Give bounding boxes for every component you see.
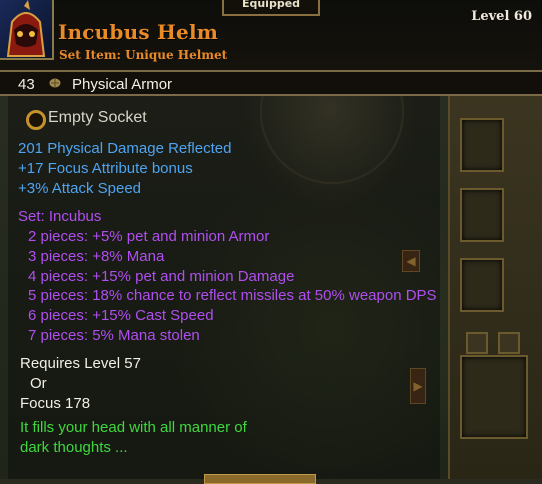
socket-icon[interactable] (26, 110, 46, 130)
set-bonus: 2 pieces: +5% pet and minion Armor (28, 228, 270, 245)
set-bonus: 3 pieces: +8% Mana (28, 248, 165, 265)
set-bonus: 6 pieces: +15% Cast Speed (28, 307, 214, 324)
helm-icon (0, 0, 54, 60)
equipped-tab: Equipped (222, 0, 320, 16)
stat-line: +17 Focus Attribute bonus (18, 160, 193, 177)
armor-icon (49, 78, 61, 88)
armor-row: 43 Physical Armor (0, 72, 542, 96)
equipment-slot-weapon[interactable] (460, 355, 528, 439)
set-bonus: 7 pieces: 5% Mana stolen (28, 327, 200, 344)
set-title: Set: Incubus (18, 208, 102, 225)
stat-line: +3% Attack Speed (18, 180, 142, 197)
equipment-slot-boots[interactable] (460, 258, 504, 312)
flavor-text: dark thoughts ... (20, 439, 128, 456)
equipment-slot-legs[interactable] (460, 188, 504, 242)
requirement-focus: Focus 178 (20, 395, 91, 412)
requirement-or: Or (30, 375, 47, 392)
requirement-level: Requires Level 57 (20, 355, 141, 372)
item-type: Set Item: Unique Helmet (59, 48, 228, 62)
set-bonus: 4 pieces: +15% pet and minion Damage (28, 268, 295, 285)
armor-value: 43 (18, 76, 35, 93)
item-level: Level 60 (471, 9, 532, 24)
set-bonus: 5 pieces: 18% chance to reflect missiles… (28, 287, 437, 304)
flavor-text: It fills your head with all manner of (20, 419, 247, 436)
armor-label: Physical Armor (72, 76, 173, 93)
socket-label: Empty Socket (48, 109, 147, 126)
item-name: Incubus Helm (58, 20, 219, 44)
tooltip-header: Equipped Incubus Helm Set Item: Unique H… (0, 0, 542, 72)
equipment-toggle-right[interactable] (498, 332, 520, 354)
equipment-toggle-left[interactable] (466, 332, 488, 354)
bottom-tab (204, 474, 316, 484)
equipment-slot-chest[interactable] (460, 118, 504, 172)
stat-line: 201 Physical Damage Reflected (18, 140, 232, 157)
